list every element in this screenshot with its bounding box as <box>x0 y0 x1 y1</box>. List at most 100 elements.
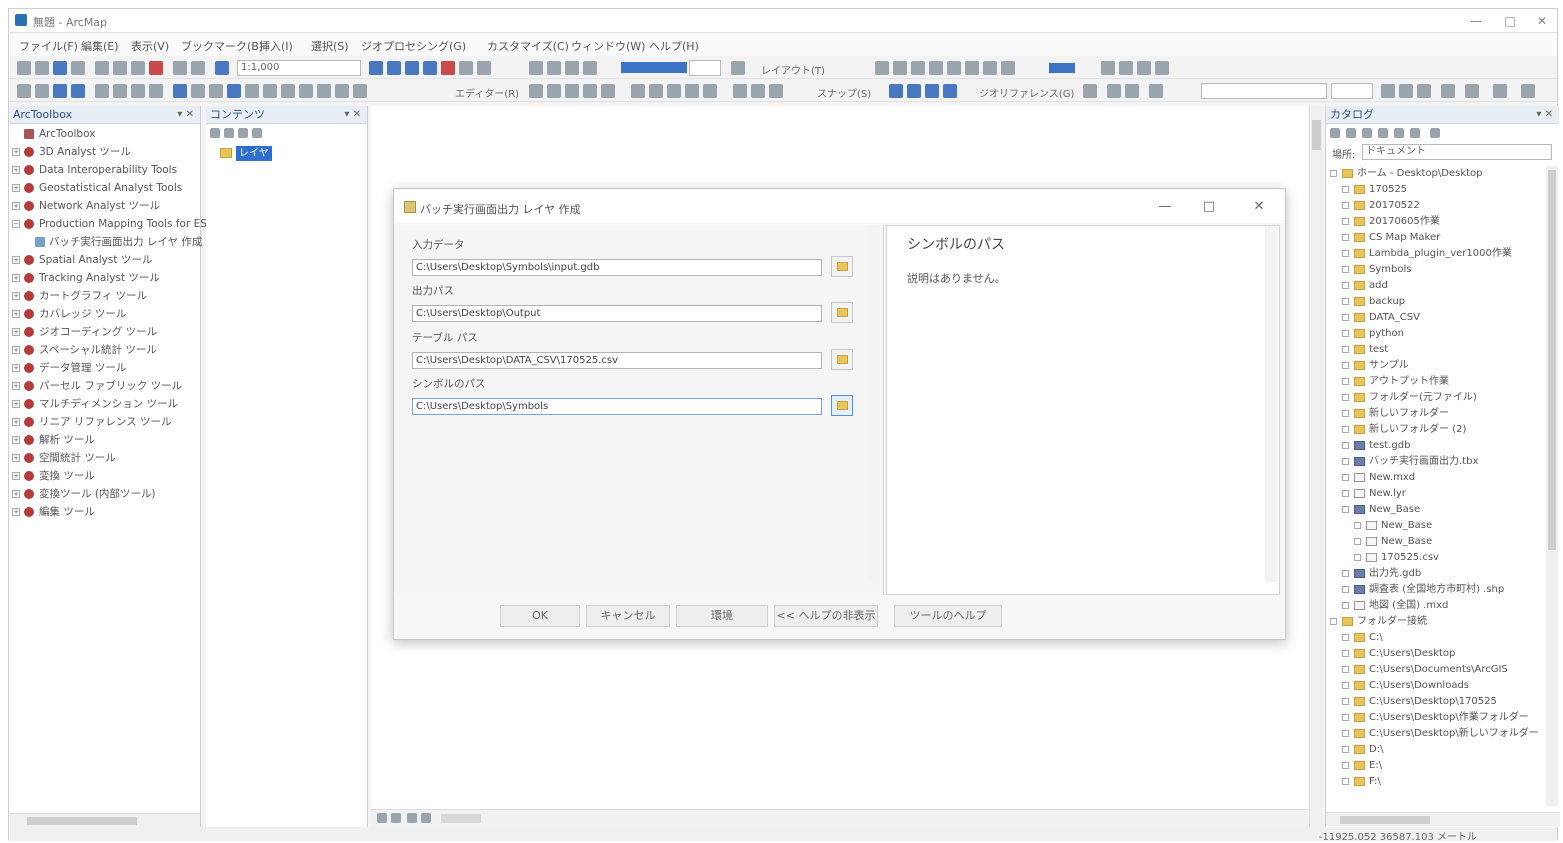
trace-icon[interactable] <box>583 84 597 98</box>
catalog-window-icon[interactable] <box>405 61 419 75</box>
maximize-button[interactable]: □ <box>1493 11 1527 31</box>
undo-icon[interactable] <box>173 61 187 75</box>
measure-icon[interactable] <box>263 84 277 98</box>
expand-toggle-icon[interactable] <box>1342 410 1349 417</box>
expand-toggle-icon[interactable]: + <box>12 400 20 408</box>
expand-toggle-icon[interactable]: + <box>12 274 20 282</box>
data-view-icon[interactable] <box>377 813 387 823</box>
forward-icon[interactable] <box>1346 128 1356 138</box>
pause-drawing-icon[interactable] <box>421 813 431 823</box>
editor-menu[interactable]: エディター(R) <box>455 85 519 100</box>
expand-toggle-icon[interactable] <box>1342 570 1349 577</box>
expand-toggle-icon[interactable]: + <box>12 382 20 390</box>
minimize-button[interactable]: — <box>1459 11 1493 31</box>
vertex-snapping-icon[interactable] <box>925 84 939 98</box>
expand-toggle-icon[interactable] <box>1342 378 1349 385</box>
create-viewer-window-icon[interactable] <box>353 84 367 98</box>
underline-icon[interactable] <box>1417 84 1431 98</box>
expand-toggle-icon[interactable] <box>1342 346 1349 353</box>
text-icon[interactable] <box>1149 84 1163 98</box>
point-snapping-icon[interactable] <box>889 84 903 98</box>
expand-toggle-icon[interactable] <box>1342 218 1349 225</box>
expand-toggle-icon[interactable] <box>1342 778 1349 785</box>
cut-icon[interactable] <box>95 61 109 75</box>
map-hscroll-thumb[interactable] <box>441 814 481 823</box>
select-element-icon[interactable] <box>1107 84 1121 98</box>
layout-zoom-bar[interactable] <box>621 62 687 73</box>
print-icon[interactable] <box>71 61 85 75</box>
expand-toggle-icon[interactable] <box>1342 330 1349 337</box>
expand-toggle-icon[interactable] <box>1342 234 1349 241</box>
menu-edit[interactable]: 編集(E) <box>81 38 119 54</box>
list-by-drawing-order-icon[interactable] <box>210 128 220 138</box>
expand-toggle-icon[interactable]: + <box>12 328 20 336</box>
expand-toggle-icon[interactable]: + <box>12 148 20 156</box>
font-size-combo[interactable] <box>1331 83 1373 99</box>
expand-toggle-icon[interactable] <box>1342 490 1349 497</box>
layout-zoom-combo[interactable] <box>689 60 721 76</box>
edit-vertices-icon[interactable] <box>631 84 645 98</box>
bold-icon[interactable] <box>1381 84 1395 98</box>
expand-toggle-icon[interactable] <box>1342 602 1349 609</box>
expand-toggle-icon[interactable] <box>1342 362 1349 369</box>
georef-table-icon[interactable] <box>947 61 961 75</box>
cancel-button[interactable]: キャンセル <box>586 605 670 627</box>
next-extent-icon[interactable] <box>149 84 163 98</box>
expand-toggle-icon[interactable] <box>1342 282 1349 289</box>
attributes-icon[interactable] <box>733 84 747 98</box>
menu-selection[interactable]: 選択(S) <box>311 38 349 54</box>
modelbuilder-icon[interactable] <box>477 61 491 75</box>
menu-bookmarks[interactable]: ブックマーク(B) <box>181 38 263 54</box>
expand-toggle-icon[interactable]: + <box>12 256 20 264</box>
expand-toggle-icon[interactable] <box>1342 714 1349 721</box>
search-window-icon[interactable] <box>423 61 437 75</box>
expand-toggle-icon[interactable] <box>1342 666 1349 673</box>
effects-swipe-icon[interactable] <box>1101 61 1115 75</box>
snapping-menu[interactable]: スナップ(S) <box>817 85 871 100</box>
expand-toggle-icon[interactable] <box>1342 426 1349 433</box>
back-icon[interactable] <box>1330 128 1340 138</box>
catalog-vscroll[interactable] <box>1546 166 1558 806</box>
list-by-source-icon[interactable] <box>224 128 234 138</box>
menu-customize[interactable]: カスタマイズ(C) <box>487 38 569 54</box>
save-icon[interactable] <box>53 61 67 75</box>
previous-extent-icon[interactable] <box>131 84 145 98</box>
paste-icon[interactable] <box>131 61 145 75</box>
layout-toolbar-label[interactable]: レイアウト(T) <box>761 62 825 77</box>
edit-annotation-icon[interactable] <box>547 84 561 98</box>
table-of-contents-icon[interactable] <box>387 61 401 75</box>
catalog-pin-icon[interactable]: ▾ ✕ <box>1536 106 1553 123</box>
editor-toolbar-icon[interactable] <box>369 61 383 75</box>
expand-toggle-icon[interactable] <box>1342 442 1349 449</box>
point-icon[interactable] <box>601 84 615 98</box>
delete-icon[interactable] <box>149 61 163 75</box>
rectangle-icon[interactable] <box>1125 84 1139 98</box>
map-vertical-scrollbar[interactable] <box>1309 106 1323 827</box>
html-popup-icon[interactable] <box>245 84 259 98</box>
fill-color-icon[interactable] <box>1465 84 1479 98</box>
help-scrollbar[interactable] <box>1265 226 1277 582</box>
georeferencing-menu[interactable]: ジオリファレンス(G) <box>979 85 1074 100</box>
zoom-out-icon[interactable] <box>35 84 49 98</box>
home-icon[interactable] <box>1378 128 1388 138</box>
time-slider-icon[interactable] <box>335 84 349 98</box>
pan-icon[interactable] <box>53 84 67 98</box>
create-features-icon[interactable] <box>769 84 783 98</box>
line-color-icon[interactable] <box>1493 84 1507 98</box>
expand-toggle-icon[interactable] <box>1342 682 1349 689</box>
split-icon[interactable] <box>685 84 699 98</box>
straight-segment-icon[interactable] <box>565 84 579 98</box>
expand-toggle-icon[interactable] <box>1342 186 1349 193</box>
expand-toggle-icon[interactable] <box>1342 762 1349 769</box>
layout-pan-icon[interactable] <box>565 61 579 75</box>
expand-toggle-icon[interactable]: + <box>12 184 20 192</box>
refresh-view-icon[interactable] <box>407 813 417 823</box>
expand-toggle-icon[interactable] <box>1330 618 1337 625</box>
go-to-xy-icon[interactable] <box>317 84 331 98</box>
expand-toggle-icon[interactable]: + <box>12 472 20 480</box>
new-document-icon[interactable] <box>17 61 31 75</box>
expand-toggle-icon[interactable]: + <box>12 292 20 300</box>
effects-brightness-icon[interactable] <box>1155 61 1169 75</box>
end-snapping-icon[interactable] <box>907 84 921 98</box>
georef-fit-icon[interactable] <box>965 61 979 75</box>
